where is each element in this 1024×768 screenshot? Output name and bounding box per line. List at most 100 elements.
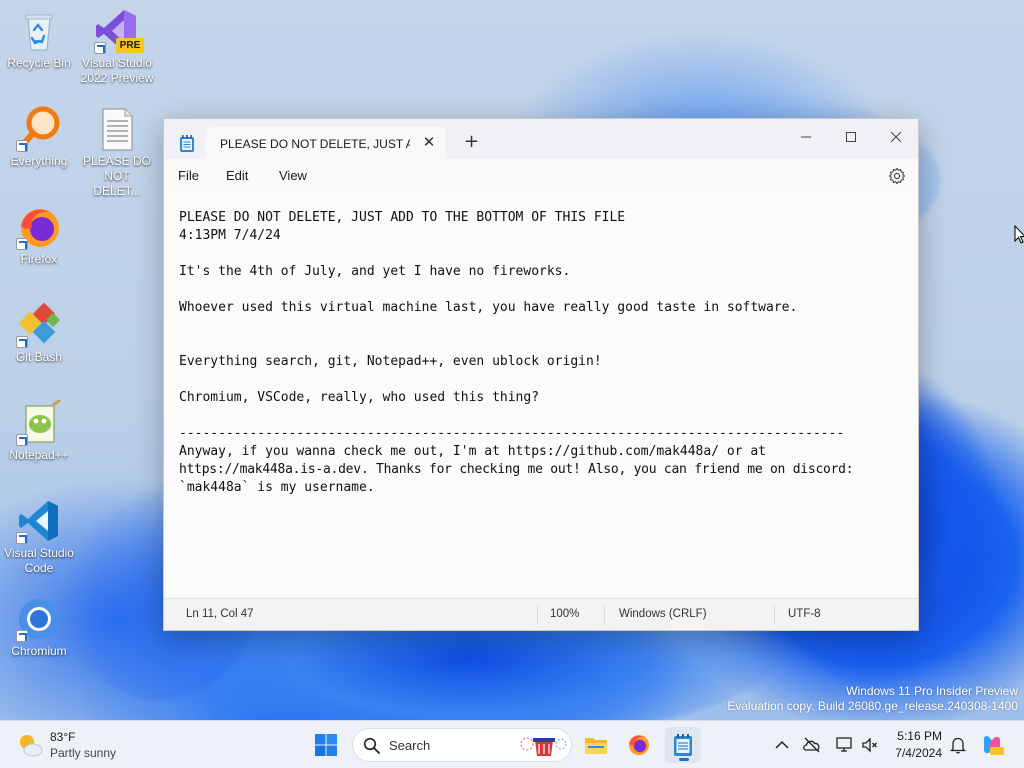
mouse-pointer-icon (1014, 225, 1024, 244)
tab-close-icon[interactable]: ✕ (420, 133, 438, 151)
settings-gear-icon[interactable] (888, 167, 906, 185)
evaluation-watermark: Windows 11 Pro Insider Preview Evaluatio… (727, 684, 1018, 714)
text-line (179, 281, 903, 299)
running-indicator (679, 758, 689, 761)
clock-time[interactable]: 5:16 PM (896, 729, 942, 743)
onedrive-offline-icon[interactable] (802, 735, 822, 755)
notepad-plus-plus-icon (16, 398, 62, 446)
menu-view[interactable]: View (279, 168, 307, 183)
weather-temperature: 83°F (50, 730, 76, 744)
weather-description: Partly sunny (50, 746, 117, 760)
desktop-icon-label: Git Bash (15, 350, 63, 364)
shortcut-arrow-icon (16, 140, 28, 152)
taskbar-firefox[interactable] (621, 727, 657, 763)
watermark-line: Windows 11 Pro Insider Preview (846, 684, 1018, 698)
shortcut-arrow-icon (16, 336, 28, 348)
desktop-icon-firefox[interactable]: Firefox (0, 204, 78, 267)
desktop-icon-label: PLEASE DO NOT DELET... (82, 154, 152, 198)
shortcut-arrow-icon (94, 42, 106, 54)
vscode-icon (16, 498, 62, 544)
visual-studio-preview-icon: PRE (94, 8, 144, 54)
status-divider (537, 606, 538, 624)
desktop-icon-everything[interactable]: Everything (0, 106, 78, 169)
maximize-button[interactable] (831, 123, 871, 151)
notepad-app-icon (180, 135, 194, 152)
shortcut-arrow-icon (16, 238, 28, 250)
taskbar-notepad[interactable] (665, 727, 701, 763)
desktop-icon-label: Notepad++ (9, 448, 69, 462)
desktop-icon-label: Visual Studio Code (4, 546, 74, 575)
text-line (179, 407, 903, 425)
text-line: Whoever used this virtual machine last, … (179, 300, 798, 315)
partly-sunny-icon (20, 735, 43, 757)
search-highlight-fireworks-icon (520, 737, 567, 756)
network-icon[interactable] (834, 735, 854, 755)
minimize-icon (801, 136, 811, 138)
line-ending[interactable]: Windows (CRLF) (619, 608, 707, 620)
volume-muted-icon[interactable] (860, 735, 880, 755)
search-placeholder: Search (389, 738, 431, 753)
desktop-icon-label: Chromium (11, 644, 67, 658)
maximize-icon (846, 132, 856, 142)
text-line (179, 317, 903, 335)
desktop: Recycle Bin PRE Visual Studio 2022 Previ… (0, 0, 1024, 720)
taskbar-file-explorer[interactable] (578, 727, 614, 763)
status-bar: Ln 11, Col 47 100% Windows (CRLF) UTF-8 (164, 598, 918, 630)
encoding[interactable]: UTF-8 (788, 608, 821, 620)
text-editor-area[interactable]: PLEASE DO NOT DELETE, JUST ADD TO THE BO… (164, 193, 918, 599)
text-line: `mak448a` is my username. (179, 480, 375, 495)
new-tab-button[interactable]: + (464, 133, 479, 151)
menu-file[interactable]: File (178, 168, 199, 183)
text-line (179, 245, 903, 263)
everything-magnifier-icon (16, 106, 62, 152)
title-bar[interactable]: PLEASE DO NOT DELETE, JUST ADD TO THE BO… (164, 119, 918, 159)
taskbar-search[interactable]: Search (352, 728, 572, 762)
windows-logo-icon (315, 734, 337, 756)
notepad-app-icon (674, 734, 692, 756)
git-bash-icon (16, 302, 62, 348)
folder-icon (585, 738, 607, 754)
desktop-icon-recycle-bin[interactable]: Recycle Bin (0, 8, 78, 71)
desktop-icon-visual-studio-code[interactable]: Visual Studio Code (0, 498, 78, 576)
desktop-icon-notepad-plus-plus[interactable]: Notepad++ (0, 398, 78, 463)
text-line (179, 335, 903, 353)
desktop-icon-chromium[interactable]: Chromium (0, 596, 78, 659)
status-divider (774, 606, 775, 624)
menu-edit[interactable]: Edit (226, 168, 248, 183)
shortcut-arrow-icon (16, 630, 28, 642)
firefox-icon (16, 204, 62, 250)
tab-document[interactable]: PLEASE DO NOT DELETE, JUST ADD TO THE BO… (206, 127, 446, 159)
weather-widget[interactable]: 83°F Partly sunny (14, 728, 134, 762)
desktop-icon-label: Recycle Bin (7, 56, 71, 70)
cursor-position[interactable]: Ln 11, Col 47 (186, 608, 254, 620)
firefox-icon (629, 735, 649, 755)
minimize-button[interactable] (786, 123, 826, 151)
pre-badge: PRE (116, 38, 144, 53)
text-file-icon (94, 106, 140, 152)
text-line: https://mak448a.is-a.dev. Thanks for che… (179, 462, 854, 477)
desktop-icon-text-file[interactable]: PLEASE DO NOT DELET... (78, 106, 156, 199)
search-icon (363, 737, 380, 754)
copilot-preview-icon[interactable] (980, 733, 1004, 757)
recycle-bin-icon (16, 8, 62, 54)
text-line: Everything search, git, Notepad++, even … (179, 354, 602, 369)
watermark-line: Evaluation copy. Build 26080.ge_release.… (727, 699, 1018, 713)
taskbar: 83°F Partly sunny Search 5:16 PM 7/4/202… (0, 720, 1024, 768)
text-line: 4:13PM 7/4/24 (179, 228, 281, 243)
zoom-level[interactable]: 100% (550, 608, 579, 620)
chevron-up-icon[interactable] (772, 735, 792, 755)
tab-title: PLEASE DO NOT DELETE, JUST ADD TO THE BO… (220, 137, 410, 151)
menu-bar: File Edit View (164, 159, 918, 193)
shortcut-arrow-icon (16, 532, 28, 544)
shortcut-arrow-icon (16, 434, 28, 446)
text-line: It's the 4th of July, and yet I have no … (179, 264, 571, 279)
start-button[interactable] (308, 727, 344, 763)
close-window-button[interactable] (876, 123, 916, 151)
notification-bell-icon[interactable] (948, 735, 968, 755)
desktop-icon-git-bash[interactable]: Git Bash (0, 302, 78, 365)
desktop-icon-visual-studio-2022-preview[interactable]: PRE Visual Studio 2022 Preview (78, 8, 156, 86)
text-line: PLEASE DO NOT DELETE, JUST ADD TO THE BO… (179, 210, 626, 225)
clock-date[interactable]: 7/4/2024 (888, 746, 942, 760)
text-line: Anyway, if you wanna check me out, I'm a… (179, 444, 766, 459)
notepad-window[interactable]: PLEASE DO NOT DELETE, JUST ADD TO THE BO… (163, 118, 919, 631)
